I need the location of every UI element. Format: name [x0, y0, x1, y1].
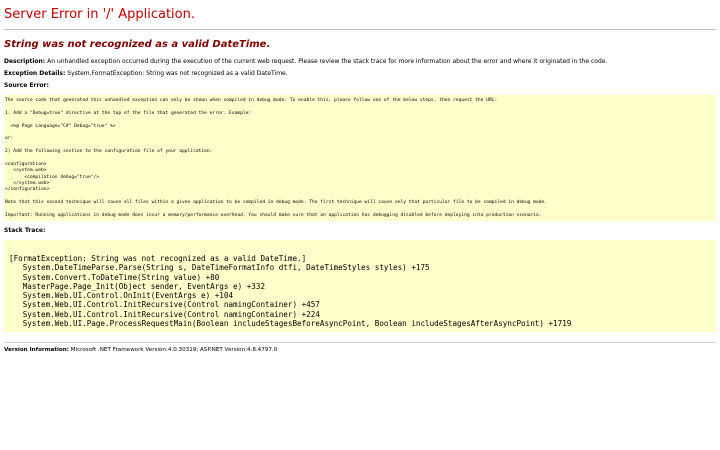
- source-error-line: Important: Running applications in debug…: [5, 213, 542, 219]
- footer-divider: [4, 342, 716, 343]
- version-information-text: Microsoft .NET Framework Version:4.0.303…: [68, 347, 278, 353]
- stack-trace-line: System.Web.UI.Control.InitRecursive(Cont…: [9, 309, 320, 319]
- error-subtitle: String was not recognized as a valid Dat…: [4, 39, 271, 50]
- description-text: An unhandled exception occurred during t…: [45, 58, 608, 65]
- stack-trace-label: Stack Trace:: [4, 227, 46, 234]
- exception-details-text: System.FormatException: String was not r…: [65, 70, 288, 77]
- error-page: Server Error in '/' Application. String …: [0, 0, 720, 354]
- exception-details-label: Exception Details:: [4, 70, 66, 77]
- description-line: Description: An unhandled exception occu…: [4, 58, 716, 66]
- stack-trace-line: MasterPage.Page_Init(Object sender, Even…: [9, 281, 266, 291]
- source-error-label: Source Error:: [4, 82, 49, 89]
- stack-trace-line: [FormatException: String was not recogni…: [9, 254, 307, 263]
- page-title: Server Error in '/' Application.: [4, 7, 195, 22]
- stack-trace-line: System.Web.UI.Page.ProcessRequestMain(Bo…: [9, 319, 572, 329]
- version-information-label: Version Information:: [4, 347, 69, 353]
- version-information-line: Version Information: Microsoft .NET Fram…: [4, 346, 716, 354]
- source-error-box: The source code that generated this unha…: [4, 95, 716, 221]
- description-label: Description:: [4, 58, 46, 65]
- stack-trace-box: [FormatException: String was not recogni…: [4, 240, 716, 332]
- stack-trace-line: System.Web.UI.Control.InitRecursive(Cont…: [9, 300, 320, 310]
- stack-trace-line: System.Web.UI.Control.OnInit(EventArgs e…: [9, 291, 234, 301]
- stack-trace-line: System.DateTimeParse.Parse(String s, Dat…: [9, 263, 430, 273]
- exception-details-line: Exception Details: System.FormatExceptio…: [4, 70, 716, 78]
- stack-trace-line: System.Convert.ToDateTime(String value) …: [9, 272, 220, 282]
